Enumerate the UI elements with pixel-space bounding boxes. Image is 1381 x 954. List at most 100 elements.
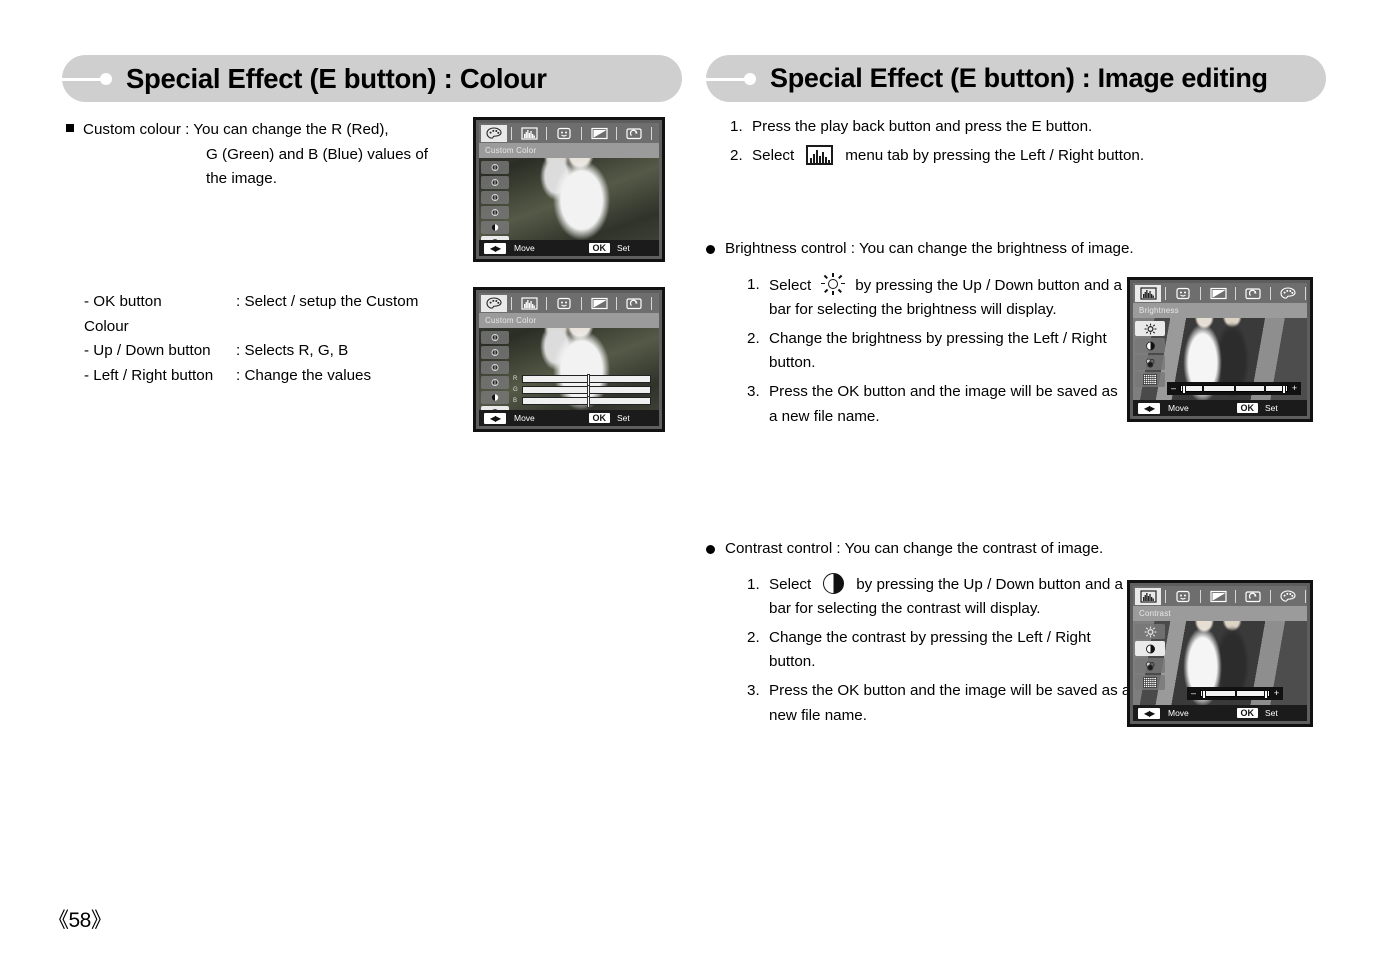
side-item-saturation[interactable]: [1135, 658, 1165, 673]
side-item-contrast[interactable]: [1135, 338, 1165, 353]
side-item-contrast-preset[interactable]: [481, 391, 509, 404]
rgb-slider-g[interactable]: [522, 385, 651, 397]
tab-palette[interactable]: [481, 124, 507, 142]
step-text-pre: Select: [769, 276, 812, 294]
tab-histogram[interactable]: [1135, 587, 1161, 605]
rgb-slider-row-r: R: [513, 374, 651, 386]
tab-histogram[interactable]: [1135, 284, 1161, 302]
slider-knob[interactable]: [1234, 384, 1236, 395]
left-right-pad-icon: ◀▶: [484, 242, 506, 254]
histogram-icon: [806, 144, 834, 165]
lcd-tab-bar: [1133, 586, 1307, 606]
image-editing-intro-steps: 1. Press the play back button and press …: [730, 115, 1300, 172]
tab-separator: [1200, 589, 1201, 603]
ok-button-desc: : Select / setup the Custom: [236, 293, 419, 310]
side-item-brightness[interactable]: [1135, 321, 1165, 336]
tab-smiley[interactable]: [551, 295, 577, 312]
side-item-noise[interactable]: [1135, 675, 1165, 690]
tab-separator: [1270, 286, 1271, 300]
tab-separator: [546, 296, 547, 310]
header-line-decoration: [62, 78, 104, 81]
right-header-title: Special Effect (E button) : Image editin…: [770, 63, 1268, 93]
lcd-ok-button[interactable]: OK: [1236, 403, 1258, 413]
tab-separator: [1235, 589, 1236, 603]
tab-palette[interactable]: [1275, 285, 1301, 302]
tab-resize[interactable]: [586, 125, 612, 142]
contrast-steps: 1. Select by pressing the Up / Down butto…: [747, 572, 1139, 729]
side-item-colour-preset-2[interactable]: [481, 176, 509, 189]
slider-knob[interactable]: [586, 396, 590, 408]
tab-histogram[interactable]: [516, 295, 542, 312]
header-dot-decoration: [744, 73, 756, 85]
lcd-move-label: Move: [514, 243, 535, 253]
side-item-colour-preset-2[interactable]: [481, 346, 509, 359]
rgb-label-r: R: [513, 376, 518, 382]
lcd-ok-button[interactable]: OK: [1236, 708, 1258, 718]
side-item-brightness[interactable]: [1135, 624, 1165, 639]
tab-separator: [581, 296, 582, 310]
tab-resize[interactable]: [1205, 588, 1231, 605]
tab-histogram[interactable]: [516, 125, 542, 142]
leftright-button-desc: : Change the values: [236, 366, 372, 384]
tab-resize[interactable]: [586, 295, 612, 312]
tab-smiley[interactable]: [1170, 588, 1196, 605]
ok-button-label: - OK button: [84, 293, 162, 310]
step-text: Change the brightness by pressing the Le…: [769, 329, 1107, 372]
rgb-label-b: B: [513, 398, 518, 404]
tab-palette[interactable]: [1275, 588, 1301, 605]
contrast-slider[interactable]: – +: [1187, 687, 1283, 700]
tab-resize[interactable]: [1205, 285, 1231, 302]
side-item-colour-preset-4[interactable]: [481, 206, 509, 219]
tab-smiley[interactable]: [551, 125, 577, 142]
leftright-button-label: - Left / Right button: [84, 366, 214, 384]
tab-palette[interactable]: [481, 294, 507, 312]
side-item-noise[interactable]: [1135, 372, 1165, 387]
brightness-slider-track[interactable]: [1180, 384, 1288, 395]
tab-separator: [651, 296, 652, 310]
tab-separator: [616, 296, 617, 310]
step-text-post: by pressing the Up / Down button and a b…: [769, 575, 1124, 618]
lcd-ok-button[interactable]: OK: [588, 413, 610, 423]
lcd-set-label: Set: [617, 413, 630, 423]
lcd-title-contrast: Contrast: [1133, 606, 1307, 621]
slider-knob[interactable]: [1235, 689, 1237, 700]
rgb-slider-row-g: G: [513, 385, 651, 397]
step-text: Select by pressing the Up / Down button a…: [769, 572, 1139, 622]
step-text: Press the OK button and the image will b…: [769, 382, 1118, 425]
tab-rotate[interactable]: [1240, 285, 1266, 302]
tab-separator: [1305, 589, 1306, 603]
side-item-saturation[interactable]: [1135, 355, 1165, 370]
header-line-decoration: [706, 78, 748, 81]
tab-rotate[interactable]: [621, 125, 647, 142]
tab-smiley[interactable]: [1170, 285, 1196, 302]
tab-separator: [581, 126, 582, 140]
minus-sign: –: [1170, 383, 1176, 393]
side-item-contrast-preset[interactable]: [481, 221, 509, 234]
lcd-move-label: Move: [1168, 708, 1189, 718]
lcd-side-menu: [1135, 624, 1165, 690]
list-item: - Left / Right button : Change the value…: [84, 364, 504, 389]
tab-rotate[interactable]: [1240, 588, 1266, 605]
side-item-colour-preset-1[interactable]: [481, 161, 509, 174]
lcd-ok-button[interactable]: OK: [588, 243, 610, 253]
contrast-slider-track[interactable]: [1200, 689, 1270, 700]
side-item-colour-preset-3[interactable]: [481, 191, 509, 204]
updown-button-label: - Up / Down button: [84, 342, 211, 360]
tab-separator: [1270, 589, 1271, 603]
brightness-heading: Brightness control : You can change the …: [706, 237, 1306, 262]
rgb-slider-r[interactable]: [522, 374, 651, 386]
rgb-slider-b[interactable]: [522, 396, 651, 408]
step-text: Select by pressing the Up / Down button …: [769, 272, 1125, 323]
side-item-contrast[interactable]: [1135, 641, 1165, 656]
side-item-colour-preset-4[interactable]: [481, 376, 509, 389]
step-text: Select menu tab by pressing the Left / R…: [752, 144, 1300, 169]
step-text: Press the play back button and press the…: [752, 118, 1093, 135]
side-item-colour-preset-3[interactable]: [481, 361, 509, 374]
lcd-bottom-bar: ◀▶ Move OK Set: [479, 410, 659, 426]
ok-button-desc-cont: Colour: [84, 317, 129, 335]
contrast-heading-text: Contrast control : You can change the co…: [725, 540, 1104, 557]
left-right-pad-icon: ◀▶: [1138, 402, 1160, 414]
brightness-slider[interactable]: – +: [1167, 382, 1301, 395]
side-item-colour-preset-1[interactable]: [481, 331, 509, 344]
tab-rotate[interactable]: [621, 295, 647, 312]
